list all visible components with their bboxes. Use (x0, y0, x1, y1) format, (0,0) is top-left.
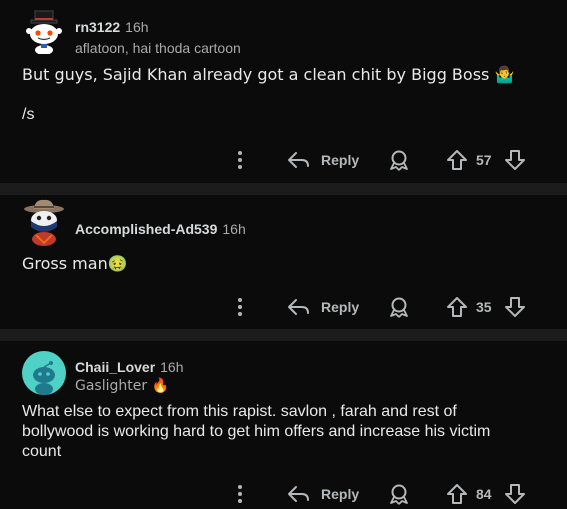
comment-meta: Chaii_Lover 16h (75, 359, 184, 375)
award-button[interactable] (388, 293, 410, 321)
comment-2: Accomplished-Ad539 16h Gross man🤢 Reply 3… (0, 195, 567, 329)
reply-label: Reply (321, 486, 360, 502)
comment-body-line: count (22, 443, 62, 460)
more-vertical-icon (238, 151, 242, 169)
comment-body-line: Gross man🤢 (22, 254, 128, 273)
downvote-button[interactable] (504, 146, 526, 174)
upvote-arrow-icon (447, 297, 467, 317)
snoo-default-avatar[interactable] (22, 351, 66, 395)
award-icon (390, 150, 408, 171)
vote-score: 57 (476, 146, 492, 174)
timestamp: 16h (160, 359, 184, 375)
reply-button[interactable]: Reply (287, 146, 359, 174)
user-flair: Gaslighter 🔥 (75, 378, 170, 394)
downvote-arrow-icon (505, 297, 525, 317)
award-icon (390, 484, 408, 505)
downvote-button[interactable] (504, 293, 526, 321)
comment-body-line: What else to expect from this rapist. sa… (22, 403, 457, 420)
snoo-cowboy-avatar[interactable] (22, 197, 66, 246)
more-button[interactable] (232, 293, 248, 321)
comment-actions: Reply 35 (0, 293, 567, 321)
comment-actions: Reply 57 (0, 146, 567, 174)
upvote-arrow-icon (447, 150, 467, 170)
comment-body-line: But guys, Sajid Khan already got a clean… (22, 65, 515, 84)
downvote-button[interactable] (504, 480, 526, 508)
comment-feed: rn3122 16h aflatoon, hai thoda cartoon Bu… (0, 0, 567, 509)
downvote-arrow-icon (505, 150, 525, 170)
snoo-top-hat-avatar[interactable] (22, 10, 66, 55)
comment-body: But guys, Sajid Khan already got a clean… (22, 65, 547, 125)
comment-body: Gross man🤢 (22, 254, 547, 274)
upvote-button[interactable] (446, 480, 468, 508)
reply-arrow-icon (288, 152, 309, 168)
upvote-arrow-icon (447, 484, 467, 504)
comment-divider (0, 329, 567, 341)
reply-arrow-icon (288, 299, 309, 315)
comment-meta: Accomplished-Ad539 16h (75, 221, 246, 237)
more-vertical-icon (238, 298, 242, 316)
comment-3: Chaii_Lover 16h Gaslighter 🔥 What else to… (0, 341, 567, 509)
reply-button[interactable]: Reply (287, 293, 359, 321)
reply-arrow-icon (288, 486, 309, 502)
award-icon (390, 297, 408, 318)
award-button[interactable] (388, 146, 410, 174)
comment-body: What else to expect from this rapist. sa… (22, 402, 547, 462)
upvote-button[interactable] (446, 293, 468, 321)
comment-body-blank-line (22, 85, 547, 105)
comment-1: rn3122 16h aflatoon, hai thoda cartoon Bu… (0, 0, 567, 183)
score-value: 84 (476, 486, 492, 502)
username[interactable]: Chaii_Lover (75, 359, 155, 375)
more-button[interactable] (232, 146, 248, 174)
more-vertical-icon (238, 485, 242, 503)
comment-meta: rn3122 16h (75, 19, 149, 35)
more-button[interactable] (232, 480, 248, 508)
upvote-button[interactable] (446, 146, 468, 174)
comment-body-line: bollywood is working hard to get him off… (22, 423, 491, 440)
username[interactable]: rn3122 (75, 19, 120, 35)
score-value: 57 (476, 152, 492, 168)
comment-body-line: /s (22, 106, 35, 123)
timestamp: 16h (222, 221, 246, 237)
user-flair: aflatoon, hai thoda cartoon (75, 40, 241, 56)
score-value: 35 (476, 299, 492, 315)
comment-divider (0, 183, 567, 195)
downvote-arrow-icon (505, 484, 525, 504)
reply-label: Reply (321, 152, 360, 168)
comment-actions: Reply 84 (0, 480, 567, 508)
vote-score: 35 (476, 293, 492, 321)
vote-score: 84 (476, 480, 492, 508)
reply-label: Reply (321, 299, 360, 315)
username[interactable]: Accomplished-Ad539 (75, 221, 217, 237)
reply-button[interactable]: Reply (287, 480, 359, 508)
timestamp: 16h (125, 19, 149, 35)
award-button[interactable] (388, 480, 410, 508)
